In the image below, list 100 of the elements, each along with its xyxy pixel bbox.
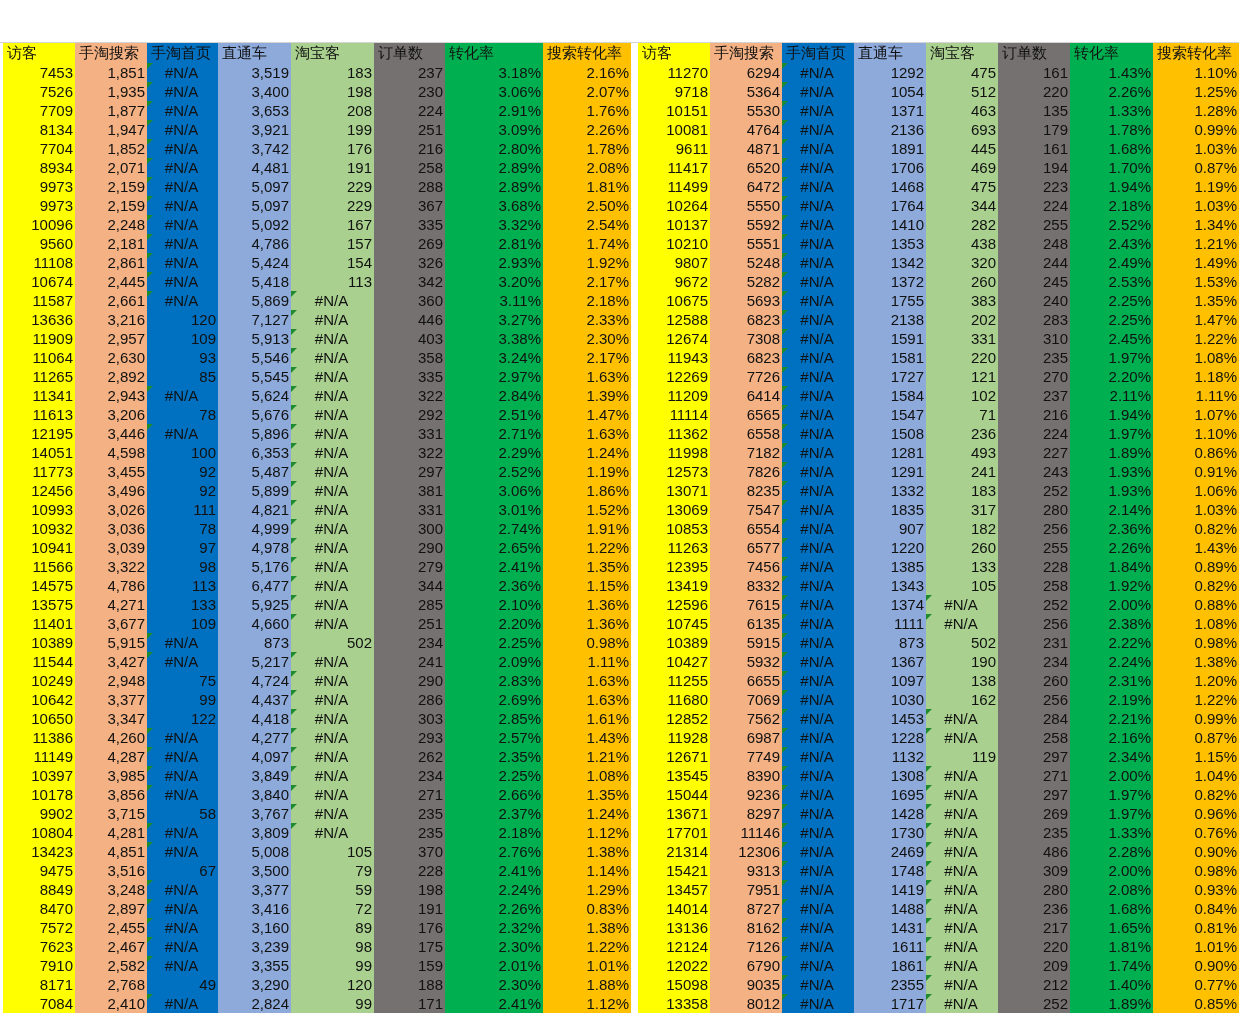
table-cell: 1.81% <box>1070 937 1153 956</box>
table-cell: 2.36% <box>445 576 543 595</box>
table-cell: #N/A <box>147 177 218 196</box>
table-cell: 7615 <box>710 595 782 614</box>
table-cell: 2.07% <box>543 82 631 101</box>
table-cell: 1419 <box>854 880 926 899</box>
table-cell: 212 <box>998 975 1070 994</box>
table-cell: #N/A <box>782 253 854 272</box>
table-cell: 1.28% <box>1153 101 1239 120</box>
table-cell: 2.30% <box>445 975 543 994</box>
table-cell: 6577 <box>710 538 782 557</box>
table-cell: 5,545 <box>218 367 291 386</box>
table-cell: #N/A <box>782 823 854 842</box>
table-cell: 1228 <box>854 728 926 747</box>
table-cell: 1.19% <box>1153 177 1239 196</box>
table-cell: 331 <box>374 424 445 443</box>
table-cell: 2,943 <box>75 386 147 405</box>
table-cell: 1.35% <box>543 785 631 804</box>
table-cell: 7547 <box>710 500 782 519</box>
table-cell: 209 <box>998 956 1070 975</box>
table-cell: 1.53% <box>1153 272 1239 291</box>
table-cell: #N/A <box>782 519 854 538</box>
table-cell: 5,097 <box>218 177 291 196</box>
table-cell: 8171 <box>3 975 75 994</box>
table-cell: 1.11% <box>543 652 631 671</box>
table-cell: 1,947 <box>75 120 147 139</box>
table-cell: 89 <box>291 918 374 937</box>
table-cell: 198 <box>291 82 374 101</box>
table-cell: 2.22% <box>1070 633 1153 652</box>
table-cell: #N/A <box>782 196 854 215</box>
table-cell: 5550 <box>710 196 782 215</box>
table-cell: 6823 <box>710 348 782 367</box>
table-cell: 10745 <box>638 614 710 633</box>
table-cell: #N/A <box>147 994 218 1013</box>
column-header: 订单数 <box>998 43 1070 63</box>
table-cell: 248 <box>998 234 1070 253</box>
table-cell: 2.35% <box>445 747 543 766</box>
table-cell: 5915 <box>710 633 782 652</box>
table-cell: 102 <box>926 386 998 405</box>
table-cell: 159 <box>374 956 445 975</box>
table-cell: #N/A <box>291 405 374 424</box>
table-cell: 1.68% <box>1070 139 1153 158</box>
table-cell: 15044 <box>638 785 710 804</box>
table-cell: 2.00% <box>1070 595 1153 614</box>
table-cell: 11613 <box>3 405 75 424</box>
table-cell: 78 <box>147 519 218 538</box>
table-cell: 10081 <box>638 120 710 139</box>
table-cell: #N/A <box>782 538 854 557</box>
table-cell: 133 <box>926 557 998 576</box>
table-cell: 0.86% <box>1153 443 1239 462</box>
table-cell: 0.82% <box>1153 519 1239 538</box>
table-cell: 1343 <box>854 576 926 595</box>
table-cell: 10993 <box>3 500 75 519</box>
table-cell: 1.18% <box>1153 367 1239 386</box>
table-cell: 2.89% <box>445 158 543 177</box>
table-cell: #N/A <box>782 443 854 462</box>
table-cell: 1,935 <box>75 82 147 101</box>
table-cell: 3,767 <box>218 804 291 823</box>
table-cell: #N/A <box>926 728 998 747</box>
table-cell: 1.68% <box>1070 899 1153 918</box>
table-cell: 2,861 <box>75 253 147 272</box>
table-cell: 3.20% <box>445 272 543 291</box>
column-header: 搜索转化率 <box>1153 43 1239 63</box>
table-cell: 502 <box>926 633 998 652</box>
table-cell: 1.93% <box>1070 481 1153 500</box>
table-cell: 1.03% <box>1153 500 1239 519</box>
table-cell: 11499 <box>638 177 710 196</box>
table-cell: 1.22% <box>543 937 631 956</box>
table-cell: 2.29% <box>445 443 543 462</box>
table-cell: 2.43% <box>1070 234 1153 253</box>
table-cell: 9313 <box>710 861 782 880</box>
table-cell: #N/A <box>782 120 854 139</box>
table-cell: 344 <box>374 576 445 595</box>
table-cell: 1367 <box>854 652 926 671</box>
table-cell: 1.47% <box>1153 310 1239 329</box>
table-cell: 4,660 <box>218 614 291 633</box>
table-cell: 2,455 <box>75 918 147 937</box>
table-cell: 1591 <box>854 329 926 348</box>
table-cell: 0.82% <box>1153 576 1239 595</box>
table-cell: 4,277 <box>218 728 291 747</box>
table-cell: 2,957 <box>75 329 147 348</box>
table-cell: 3,322 <box>75 557 147 576</box>
table-cell: 3,519 <box>218 63 291 82</box>
table-cell: 317 <box>926 500 998 519</box>
table-cell: 2.17% <box>543 348 631 367</box>
table-cell: #N/A <box>782 937 854 956</box>
table-cell: 1385 <box>854 557 926 576</box>
table-cell: 12022 <box>638 956 710 975</box>
table-cell: 2.57% <box>445 728 543 747</box>
table-cell: 1.08% <box>1153 348 1239 367</box>
table-cell: 1.25% <box>1153 82 1239 101</box>
table-cell: #N/A <box>147 196 218 215</box>
table-cell: 3.18% <box>445 63 543 82</box>
table-cell: 3.38% <box>445 329 543 348</box>
table-cell: 0.85% <box>1153 994 1239 1013</box>
table-cell: 1.97% <box>1070 804 1153 823</box>
table-cell: 188 <box>374 975 445 994</box>
table-cell: 1835 <box>854 500 926 519</box>
table-cell: 1.63% <box>543 671 631 690</box>
table-cell: #N/A <box>926 766 998 785</box>
